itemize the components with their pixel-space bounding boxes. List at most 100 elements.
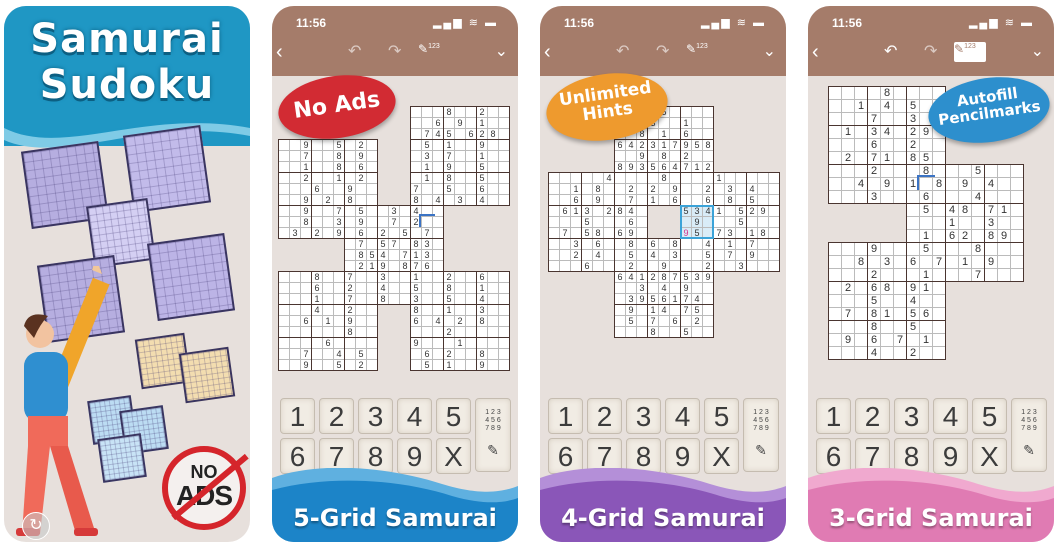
selected-cell[interactable] — [917, 175, 935, 193]
sudoku-cell[interactable] — [932, 229, 946, 243]
sudoku-cell[interactable]: 6 — [867, 138, 881, 152]
sudoku-cell[interactable] — [919, 294, 933, 308]
chevron-down-icon[interactable]: ⌄ — [1031, 42, 1044, 62]
chevron-down-icon[interactable]: ⌄ — [763, 42, 776, 62]
sudoku-cell[interactable]: 1 — [919, 268, 933, 282]
sudoku-cell[interactable] — [919, 320, 933, 334]
sudoku-cell[interactable] — [945, 242, 959, 256]
sudoku-cell[interactable] — [828, 294, 842, 308]
sudoku-cell[interactable]: 8 — [854, 255, 868, 269]
sudoku-cell[interactable] — [958, 216, 972, 230]
sudoku-cell[interactable] — [828, 346, 842, 360]
sudoku-cell[interactable]: 8 — [906, 151, 920, 165]
sudoku-cell[interactable] — [854, 307, 868, 321]
sudoku-cell[interactable]: 6 — [867, 333, 881, 347]
sudoku-cell[interactable] — [893, 125, 907, 139]
sudoku-cell[interactable]: 4 — [880, 99, 894, 113]
sudoku-cell[interactable] — [867, 86, 881, 100]
sudoku-cell[interactable] — [854, 242, 868, 256]
sudoku-cell[interactable] — [702, 326, 714, 338]
sudoku-cell[interactable] — [880, 242, 894, 256]
sudoku-cell[interactable] — [984, 242, 998, 256]
sudoku-cell[interactable] — [867, 99, 881, 113]
sudoku-cell[interactable] — [932, 281, 946, 295]
key-4[interactable]: 4 — [665, 398, 700, 434]
sudoku-cell[interactable]: 9 — [867, 242, 881, 256]
sudoku-cell[interactable] — [932, 242, 946, 256]
sudoku-cell[interactable] — [880, 138, 894, 152]
sudoku-cell[interactable] — [1010, 216, 1024, 230]
replay-icon[interactable]: ↻ — [22, 512, 50, 540]
sudoku-cell[interactable] — [880, 190, 894, 204]
sudoku-cell[interactable] — [932, 164, 946, 178]
sudoku-cell[interactable]: 3 — [880, 255, 894, 269]
sudoku-cell[interactable] — [841, 294, 855, 308]
sudoku-cell[interactable] — [906, 216, 920, 230]
key-1[interactable]: 1 — [816, 398, 851, 434]
sudoku-cell[interactable]: 5 — [906, 99, 920, 113]
sudoku-cell[interactable] — [841, 268, 855, 282]
sudoku-cell[interactable]: 8 — [932, 177, 946, 191]
sudoku-cell[interactable]: 5 — [919, 203, 933, 217]
pencil-notes-key[interactable]: 1 2 3 4 5 6 7 8 9 ✎ — [475, 398, 511, 472]
sudoku-cell[interactable] — [971, 203, 985, 217]
key-4[interactable]: 4 — [933, 398, 968, 434]
sudoku-cell[interactable] — [997, 216, 1011, 230]
sudoku-cell[interactable]: 1 — [880, 151, 894, 165]
sudoku-cell[interactable] — [906, 268, 920, 282]
undo-icon[interactable]: ↶ — [884, 42, 897, 62]
sudoku-cell[interactable]: 7 — [867, 112, 881, 126]
key-2[interactable]: 2 — [855, 398, 890, 434]
sudoku-cell[interactable] — [841, 346, 855, 360]
sudoku-cell[interactable] — [945, 177, 959, 191]
sudoku-cell[interactable] — [841, 190, 855, 204]
sudoku-cell[interactable]: 1 — [919, 229, 933, 243]
sudoku-cell[interactable] — [906, 203, 920, 217]
sudoku-cell[interactable]: 7 — [867, 151, 881, 165]
sudoku-cell[interactable] — [854, 190, 868, 204]
sudoku-cell[interactable]: 9 — [880, 177, 894, 191]
key-4[interactable]: 4 — [397, 398, 432, 434]
sudoku-cell[interactable] — [971, 216, 985, 230]
sudoku-cell[interactable] — [854, 281, 868, 295]
sudoku-cell[interactable]: 2 — [906, 125, 920, 139]
back-icon[interactable]: ‹ — [544, 42, 551, 62]
sudoku-cell[interactable] — [1010, 268, 1024, 282]
sudoku-cell[interactable] — [841, 242, 855, 256]
sudoku-cell[interactable] — [828, 125, 842, 139]
sudoku-cell[interactable] — [932, 190, 946, 204]
redo-icon[interactable]: ↷ — [656, 42, 669, 62]
sudoku-cell[interactable] — [958, 268, 972, 282]
sudoku-cell[interactable] — [828, 177, 842, 191]
sudoku-cell[interactable] — [854, 86, 868, 100]
sudoku-cell[interactable] — [854, 346, 868, 360]
sudoku-cell[interactable] — [997, 255, 1011, 269]
key-2[interactable]: 2 — [319, 398, 354, 434]
redo-icon[interactable]: ↷ — [924, 42, 937, 62]
sudoku-cell[interactable] — [854, 333, 868, 347]
sudoku-cell[interactable] — [932, 151, 946, 165]
sudoku-cell[interactable] — [854, 320, 868, 334]
sudoku-cell[interactable] — [841, 320, 855, 334]
sudoku-cell[interactable]: 2 — [906, 346, 920, 360]
sudoku-cell[interactable] — [997, 268, 1011, 282]
sudoku-cell[interactable] — [1010, 164, 1024, 178]
sudoku-cell[interactable]: 4 — [945, 203, 959, 217]
sudoku-cell[interactable]: 4 — [906, 294, 920, 308]
sudoku-cell[interactable] — [828, 255, 842, 269]
sudoku-cell[interactable]: 8 — [958, 203, 972, 217]
sudoku-cell[interactable]: 9 — [997, 229, 1011, 243]
sudoku-cell[interactable]: 5 — [906, 307, 920, 321]
sudoku-cell[interactable] — [997, 164, 1011, 178]
sudoku-cell[interactable] — [1010, 203, 1024, 217]
sudoku-cell[interactable]: 6 — [919, 190, 933, 204]
sudoku-cell[interactable] — [854, 138, 868, 152]
sudoku-cell[interactable]: 1 — [841, 125, 855, 139]
sudoku-cell[interactable]: 7 — [893, 333, 907, 347]
sudoku-cell[interactable]: 8 — [880, 86, 894, 100]
key-5[interactable]: 5 — [704, 398, 739, 434]
sudoku-cell[interactable] — [893, 346, 907, 360]
sudoku-cell[interactable] — [971, 229, 985, 243]
sudoku-cell[interactable] — [854, 164, 868, 178]
sudoku-cell[interactable] — [828, 138, 842, 152]
